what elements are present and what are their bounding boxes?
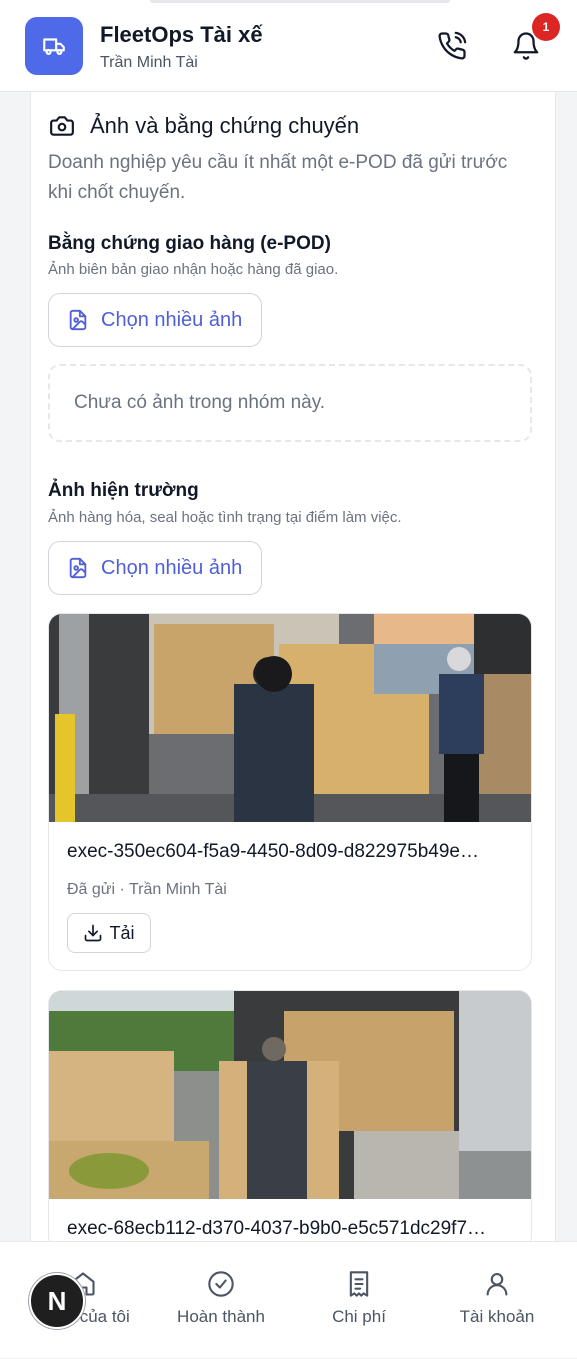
notification-badge: 1 (532, 13, 560, 41)
user-icon (486, 1273, 508, 1296)
nav-item-account[interactable]: Tài khoản (427, 1242, 567, 1359)
section-header: Ảnh và bằng chứng chuyến (48, 113, 359, 139)
image-file-icon (69, 309, 87, 331)
bottom-navigation: Việc của tôi Hoàn thành Chi phí Tài khoả… (0, 1241, 577, 1358)
section-description: Doanh nghiệp yêu cầu ít nhất một e-POD đ… (48, 152, 508, 203)
nav-item-completed[interactable]: Hoàn thành (151, 1242, 291, 1359)
scene-pick-photos-button[interactable]: Chọn nhiều ảnh (48, 541, 262, 595)
call-button[interactable] (434, 28, 470, 64)
photo-meta: Đã gửi · Trần Minh Tài (67, 881, 227, 899)
camera-icon (50, 116, 74, 136)
epod-pick-photos-label: Chọn nhiều ảnh (101, 308, 243, 331)
photo-status: Đã gửi (67, 881, 116, 898)
floating-action-button[interactable]: N (29, 1273, 85, 1329)
epod-group-description: Ảnh biên bản giao nhận hoặc hàng đã giao… (48, 261, 339, 278)
nav-label: Hoàn thành (177, 1307, 265, 1326)
scene-group-title: Ảnh hiện trường (48, 480, 199, 501)
nav-label: Tài khoản (459, 1307, 535, 1326)
app-logo (25, 17, 83, 75)
phone-icon (438, 31, 467, 60)
truck-icon (43, 38, 65, 55)
driver-name: Trần Minh Tài (100, 54, 198, 71)
epod-pick-photos-button[interactable]: Chọn nhiều ảnh (48, 293, 262, 347)
photo-file-name: exec-350ec604-f5a9-4450-8d09-d822975b49e… (67, 841, 479, 862)
nav-item-expenses[interactable]: Chi phí (289, 1242, 429, 1359)
empty-state-text: Chưa có ảnh trong nhóm này. (74, 392, 326, 413)
photo-card: exec-350ec604-f5a9-4450-8d09-d822975b49e… (48, 613, 532, 971)
receipt-icon (349, 1271, 369, 1297)
image-file-icon (69, 557, 87, 579)
photo-thumbnail[interactable] (49, 991, 531, 1199)
photo-card: exec-68ecb112-d370-4037-b9b0-e5c571dc29f… (48, 990, 532, 1250)
download-icon (85, 924, 102, 942)
scene-pick-photos-label: Chọn nhiều ảnh (101, 556, 243, 579)
epod-empty-state: Chưa có ảnh trong nhóm này. (48, 364, 532, 442)
download-button[interactable]: Tải (67, 913, 151, 953)
scene-group-description: Ảnh hàng hóa, seal hoặc tình trạng tại đ… (48, 509, 402, 526)
app-header: FleetOps Tài xế Trần Minh Tài 1 (0, 0, 577, 92)
download-label: Tải (109, 922, 135, 943)
meta-separator: · (119, 881, 125, 898)
nav-label: Chi phí (332, 1307, 386, 1326)
status-bar-edge (150, 0, 450, 3)
photo-file-name: exec-68ecb112-d370-4037-b9b0-e5c571dc29f… (67, 1218, 487, 1239)
photo-thumbnail[interactable] (49, 614, 531, 822)
check-circle-icon (208, 1271, 234, 1297)
app-title: FleetOps Tài xế (100, 22, 263, 47)
photo-uploader: Trần Minh Tài (129, 881, 227, 898)
epod-group-title: Bằng chứng giao hàng (e-POD) (48, 233, 331, 254)
section-title: Ảnh và bằng chứng chuyến (90, 113, 360, 138)
